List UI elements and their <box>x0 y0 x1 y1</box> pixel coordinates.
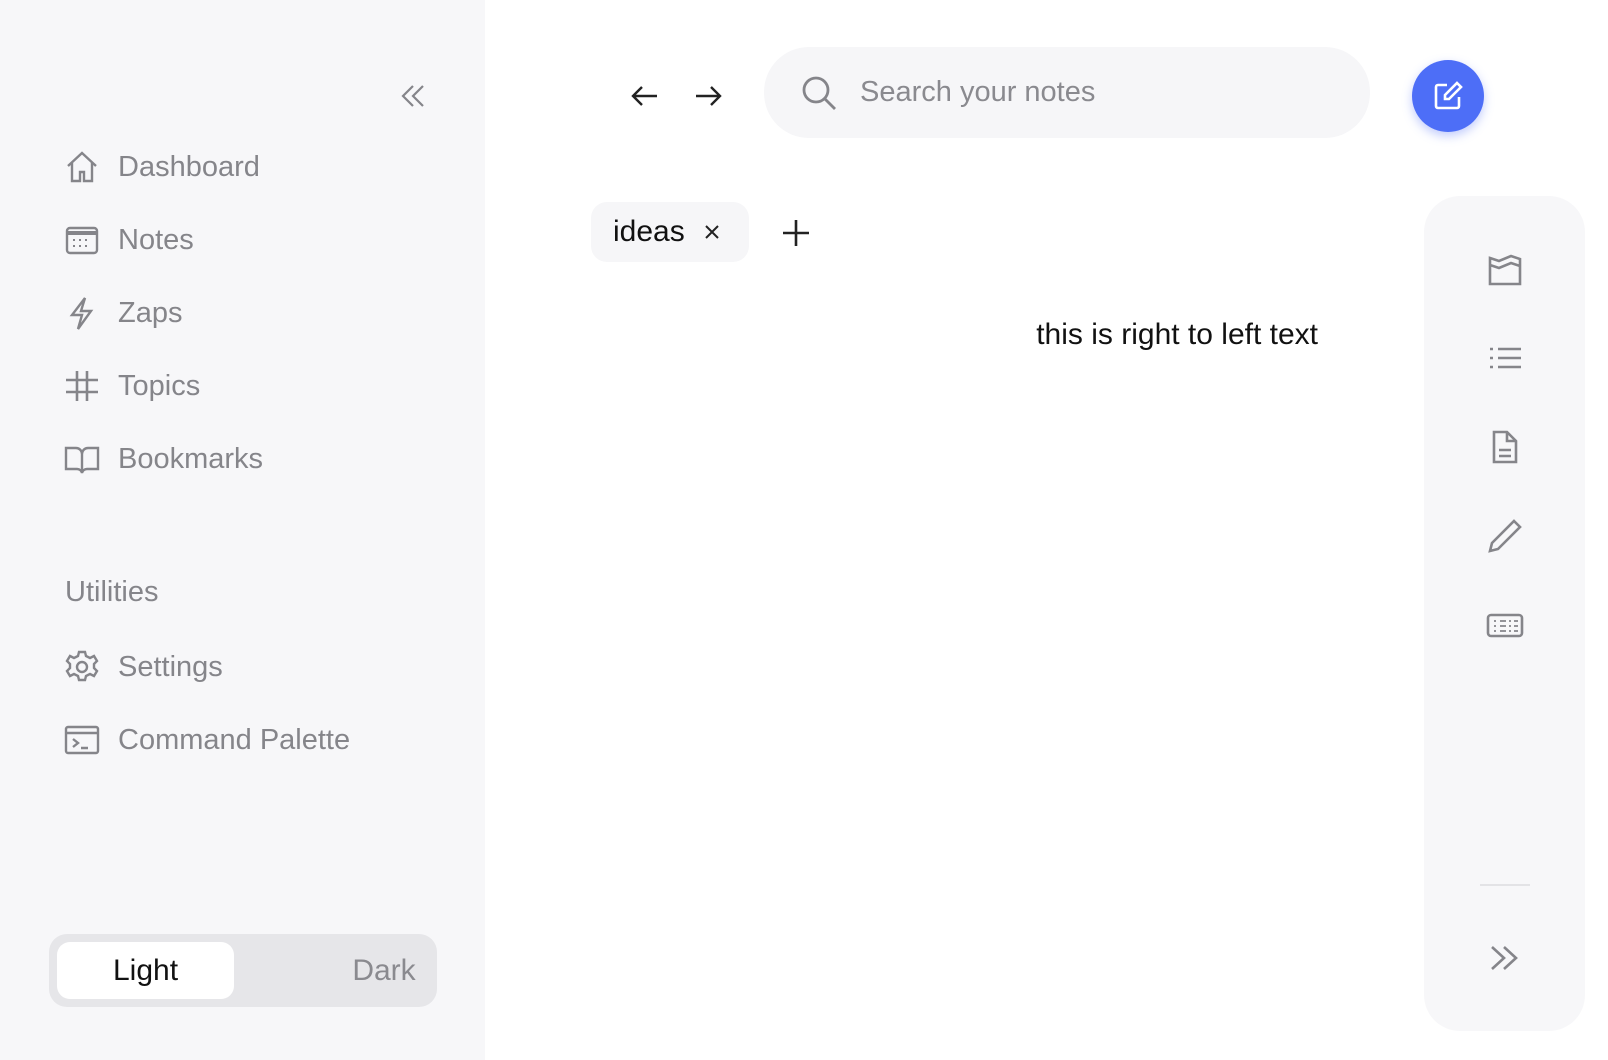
sidebar-item-bookmarks[interactable]: Bookmarks <box>64 441 263 477</box>
right-toolbar <box>1424 196 1585 1031</box>
lightning-icon <box>69 297 94 330</box>
pencil-icon[interactable] <box>1486 517 1524 555</box>
sidebar-item-settings[interactable]: Settings <box>64 649 223 685</box>
calendar-icon <box>65 226 99 255</box>
sidebar-item-label: Notes <box>118 223 194 256</box>
compose-icon <box>1434 81 1463 110</box>
search-bar[interactable] <box>764 47 1370 138</box>
keyboard-icon[interactable] <box>1486 606 1524 644</box>
hash-icon <box>66 371 98 401</box>
theme-light-option[interactable]: Light <box>57 942 234 999</box>
map-icon[interactable] <box>1486 250 1524 288</box>
terminal-icon <box>64 725 100 755</box>
gear-icon <box>65 650 99 682</box>
search-input[interactable] <box>860 76 1340 109</box>
add-tag-icon[interactable] <box>780 217 812 249</box>
utilities-heading: Utilities <box>65 576 159 608</box>
sidebar-item-command-palette[interactable]: Command Palette <box>64 722 350 758</box>
sidebar-item-label: Bookmarks <box>118 442 264 475</box>
sidebar-item-dashboard[interactable]: Dashboard <box>64 149 260 185</box>
back-arrow-icon[interactable] <box>629 80 661 112</box>
home-icon <box>67 151 97 183</box>
sidebar-item-label: Settings <box>118 650 223 683</box>
remove-tag-icon[interactable] <box>703 223 721 241</box>
search-icon <box>802 76 836 110</box>
note-content[interactable]: this is right to left text <box>1036 318 1318 352</box>
sidebar: Dashboard Notes Zaps Topics Bookmarks Ut… <box>0 0 485 1060</box>
document-icon[interactable] <box>1486 428 1524 466</box>
book-icon <box>64 446 100 474</box>
sidebar-item-label: Topics <box>118 369 201 402</box>
list-icon[interactable] <box>1486 339 1524 377</box>
theme-dark-option[interactable]: Dark <box>294 942 474 999</box>
tag-chip[interactable]: ideas <box>591 202 749 262</box>
forward-arrow-icon[interactable] <box>692 80 724 112</box>
toolbar-divider <box>1480 884 1530 886</box>
sidebar-item-notes[interactable]: Notes <box>64 222 194 258</box>
sidebar-item-label: Command Palette <box>118 723 351 756</box>
theme-toggle: Light Dark <box>49 934 437 1007</box>
tag-label: ideas <box>613 215 685 248</box>
collapse-sidebar-icon[interactable] <box>397 80 429 112</box>
sidebar-item-label: Dashboard <box>118 150 260 183</box>
sidebar-item-zaps[interactable]: Zaps <box>64 295 182 331</box>
sidebar-item-topics[interactable]: Topics <box>64 368 200 404</box>
expand-panel-icon[interactable] <box>1486 939 1524 977</box>
sidebar-item-label: Zaps <box>118 296 183 329</box>
new-note-button[interactable] <box>1412 60 1484 132</box>
